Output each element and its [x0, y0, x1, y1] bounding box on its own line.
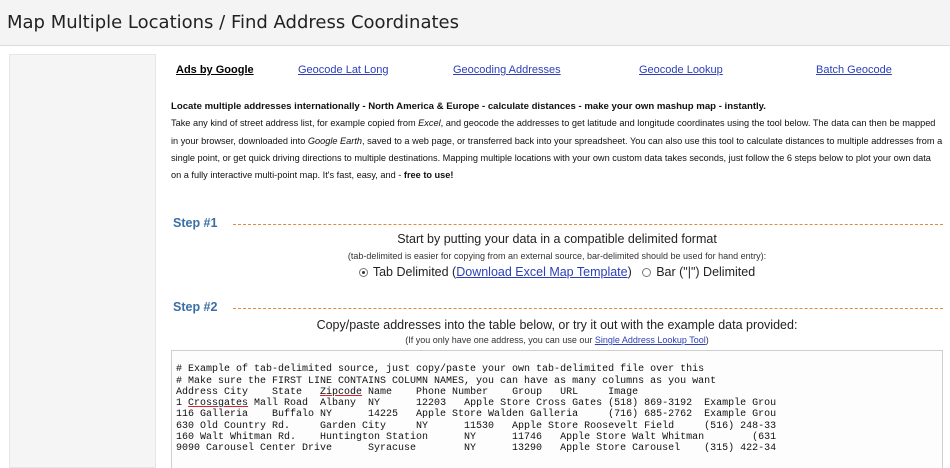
step-2-label: Step #2 — [173, 300, 218, 314]
bar-delimited-label: Bar ("|") Delimited — [656, 265, 756, 279]
ad-link-batch-geocode[interactable]: Batch Geocode — [816, 64, 892, 76]
intro-free: free to use! — [403, 170, 454, 181]
textarea-line: Address City State Zipcode Name Phone Nu… — [176, 387, 942, 398]
step-2-note-text: (If you only have one address, you can u… — [405, 335, 595, 345]
textarea-spell-flag: Crossgates — [188, 398, 249, 410]
tab-delimited-label: Tab Delimited ( — [372, 265, 457, 279]
intro-text: Locate multiple addresses internationall… — [171, 98, 943, 184]
textarea-text: Name Phone Number Group URL Image — [362, 386, 639, 398]
ad-link-geocode-lookup[interactable]: Geocode Lookup — [639, 64, 723, 76]
textarea-spell-flag: Zipcode — [320, 386, 363, 398]
textarea-line: 1 Crossgates Mall Road Albany NY 12203 A… — [176, 398, 942, 409]
step-1-divider — [233, 224, 943, 225]
step-2-heading: Copy/paste addresses into the table belo… — [316, 318, 798, 332]
page-title: Map Multiple Locations / Find Address Co… — [7, 12, 460, 33]
tab-delimited-label-end: ) — [627, 265, 632, 279]
textarea-text: Mall Road Albany NY 12203 Apple Store Cr… — [248, 398, 777, 410]
single-address-lookup-link[interactable]: Single Address Lookup Tool — [595, 335, 706, 345]
step-2-header: Step #2 — [171, 300, 943, 318]
step-1-note: (tab-delimited is easier for copying fro… — [347, 251, 767, 261]
download-excel-template-link[interactable]: Download Excel Map Template — [456, 265, 627, 279]
intro-google-earth: Google Earth — [307, 135, 363, 146]
textarea-line: # Example of tab-delimited source, just … — [176, 364, 705, 376]
tab-delimited-radio[interactable] — [358, 268, 368, 277]
step-1-heading: Start by putting your data in a compatib… — [397, 232, 717, 246]
intro-excel: Excel — [418, 118, 441, 129]
ad-link-geocoding-addresses[interactable]: Geocoding Addresses — [453, 64, 561, 76]
step-2-note: (If you only have one address, you can u… — [171, 335, 943, 345]
bar-delimited-radio[interactable] — [642, 268, 652, 277]
textarea-line: # Make sure the FIRST LINE CONTAINS COLU… — [176, 375, 717, 387]
textarea-line: 9090 Carousel Center Drive Syracuse NY 1… — [176, 443, 777, 455]
ads-by-google-label[interactable]: Ads by Google — [176, 64, 254, 76]
textarea-line: 160 Walt Whitman Rd. Huntington Station … — [176, 432, 777, 444]
address-data-textarea[interactable]: # Example of tab-delimited source, just … — [171, 350, 943, 468]
textarea-text: Address City State — [176, 386, 321, 398]
textarea-text: 1 — [176, 398, 189, 410]
step-1-options: Tab Delimited (Download Excel Map Templa… — [171, 265, 943, 279]
ad-link-geocode-lat-long[interactable]: Geocode Lat Long — [298, 64, 389, 76]
step-2-divider — [233, 308, 943, 309]
textarea-line: 116 Galleria Buffalo NY 14225 Apple Stor… — [176, 409, 777, 421]
intro-part-1: Take any kind of street address list, fo… — [171, 118, 419, 129]
step-1-label: Step #1 — [173, 216, 218, 230]
intro-lead: Locate multiple addresses internationall… — [171, 101, 766, 112]
textarea-line: 630 Old Country Rd. Garden City NY 11530… — [176, 420, 777, 432]
page-header: Map Multiple Locations / Find Address Co… — [0, 0, 950, 46]
left-sidebar — [9, 54, 156, 468]
ads-bar: Ads by Google Geocode Lat Long Geocoding… — [171, 64, 911, 80]
step-2-note-end: ) — [705, 335, 709, 345]
